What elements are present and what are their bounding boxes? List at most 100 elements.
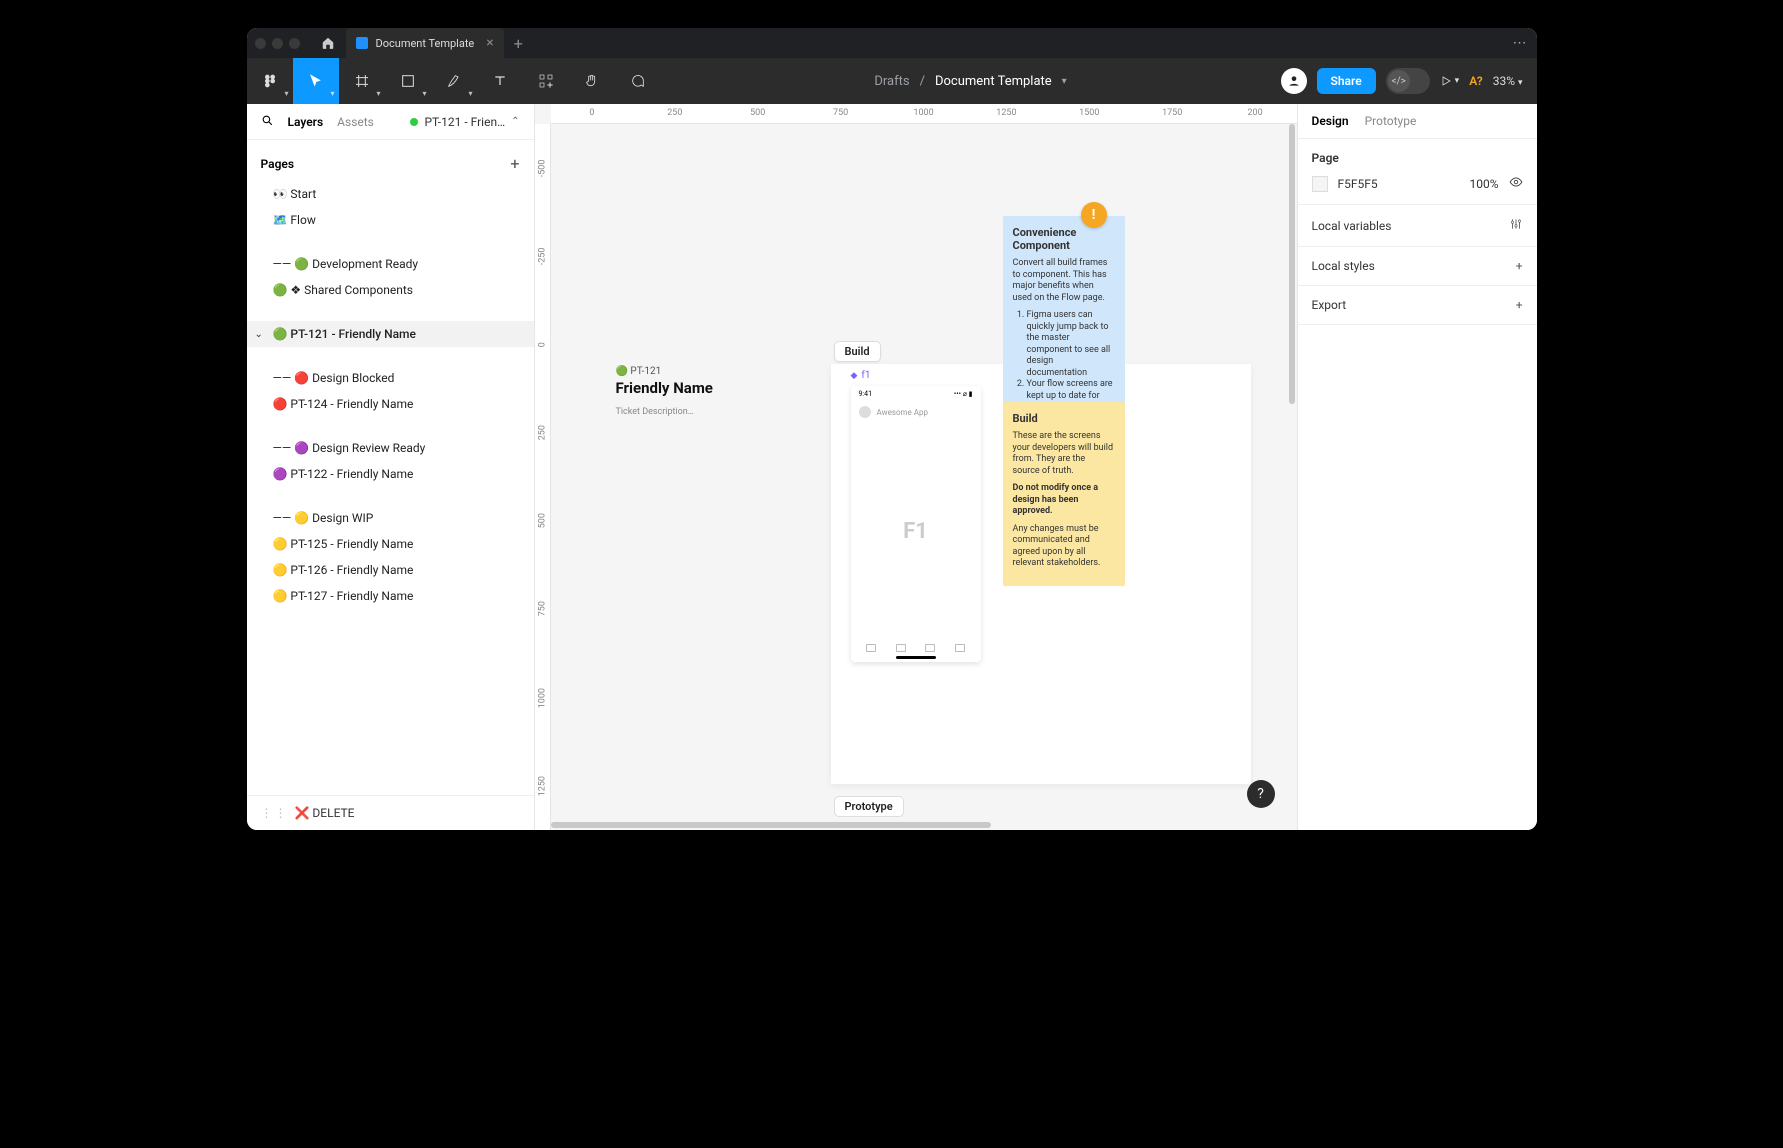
tab-design[interactable]: Design — [1312, 114, 1349, 128]
fill-swatch[interactable] — [1312, 176, 1328, 192]
note-convenience-component[interactable]: Convenience Component Convert all build … — [1003, 216, 1125, 424]
frame-tool-button[interactable]: ▾ — [339, 58, 385, 104]
hand-icon — [584, 73, 600, 89]
doc-tab[interactable]: Document Template × — [346, 28, 504, 58]
page-fill-section: Page F5F5F5 100% — [1298, 139, 1537, 205]
page-row[interactable]: —— 🟢 Development Ready — [247, 251, 534, 277]
chevron-down-icon[interactable]: ▾ — [1062, 76, 1067, 87]
frame-f1[interactable]: f1 9:41 ••• ⌀ ▮ Awesome App F1 — [851, 386, 981, 662]
chevron-down-icon: ⌄ — [255, 329, 263, 340]
ticket-title: Friendly Name — [616, 379, 713, 397]
user-avatar[interactable] — [1281, 68, 1307, 94]
pen-tool-button[interactable]: ▾ — [431, 58, 477, 104]
present-button[interactable]: ▾ — [1440, 75, 1460, 87]
local-styles-label: Local styles — [1312, 259, 1375, 273]
share-button[interactable]: Share — [1317, 68, 1376, 94]
prototype-section-label[interactable]: Prototype — [834, 796, 904, 817]
page-row[interactable]: ⌄ 🟢 PT-121 - Friendly Name — [247, 321, 534, 347]
text-tool-button[interactable] — [477, 58, 523, 104]
search-icon[interactable] — [261, 114, 274, 130]
page-row[interactable]: —— 🟡 Design WIP — [247, 505, 534, 531]
crumb-divider: / — [920, 74, 925, 89]
comment-tool-button[interactable] — [615, 58, 661, 104]
resources-icon — [538, 73, 554, 89]
frame-f1-label[interactable]: f1 — [851, 370, 871, 381]
dev-mode-toggle[interactable]: </> — [1386, 68, 1430, 94]
shape-tool-button[interactable]: ▾ — [385, 58, 431, 104]
status-dot-icon — [410, 118, 418, 126]
page-row[interactable]: 🟡 PT-125 - Friendly Name — [247, 531, 534, 557]
plus-icon[interactable]: + — [1516, 259, 1523, 273]
current-page-name: PT-121 - Frien… — [424, 115, 505, 129]
build-section-label[interactable]: Build — [834, 341, 881, 362]
close-tab-icon[interactable]: × — [486, 35, 493, 51]
new-tab-button[interactable]: + — [514, 34, 523, 53]
page-list[interactable]: 👀 Start🗺️ Flow —— 🟢 Development Ready 🟢 ❖ … — [247, 181, 534, 795]
page-section-header: Page — [1312, 151, 1523, 165]
page-row[interactable]: 🟣 PT-122 - Friendly Name — [247, 461, 534, 487]
missing-fonts-button[interactable]: A? — [1469, 74, 1483, 88]
home-icon — [321, 36, 335, 50]
page-row[interactable]: 🟢 ❖ Shared Components — [247, 277, 534, 303]
page-row-label: 🟡 PT-126 - Friendly Name — [273, 563, 414, 577]
page-row[interactable]: 🗺️ Flow — [247, 207, 534, 233]
resources-button[interactable] — [523, 58, 569, 104]
page-row-label: 🟢 PT-121 - Friendly Name — [273, 327, 416, 341]
plus-icon[interactable]: + — [1516, 298, 1523, 312]
page-row[interactable]: 🟡 PT-127 - Friendly Name — [247, 583, 534, 609]
delete-page-row[interactable]: ⋮⋮ ❌ DELETE — [247, 795, 534, 830]
page-row[interactable]: 🔴 PT-124 - Friendly Name — [247, 391, 534, 417]
hand-tool-button[interactable] — [569, 58, 615, 104]
app-body: Layers Assets PT-121 - Frien… ⌃ Pages + … — [247, 104, 1537, 830]
page-row-label: 🟢 ❖ Shared Components — [273, 283, 413, 297]
page-row-label: —— 🟣 Design Review Ready — [273, 441, 426, 455]
note-list: Figma users can quickly jump back to the… — [1013, 310, 1115, 414]
local-styles-row[interactable]: Local styles + — [1298, 247, 1537, 286]
left-panel: Layers Assets PT-121 - Frien… ⌃ Pages + … — [247, 104, 535, 830]
add-page-button[interactable]: + — [510, 154, 519, 173]
zoom-control[interactable]: 33% ▾ — [1493, 74, 1523, 88]
tab-layers[interactable]: Layers — [288, 115, 324, 129]
canvas[interactable]: 🟢 PT-121 Friendly Name Ticket Descriptio… — [551, 124, 1285, 818]
code-icon: </> — [1388, 70, 1410, 92]
comment-icon — [630, 73, 646, 89]
traffic-lights[interactable] — [255, 38, 300, 49]
visibility-icon[interactable] — [1509, 175, 1523, 192]
page-row-label: 🟡 PT-125 - Friendly Name — [273, 537, 414, 551]
warning-badge-icon[interactable]: ! — [1081, 202, 1107, 228]
tabbar-menu-icon[interactable]: ⋯ — [1513, 35, 1529, 51]
move-tool-button[interactable]: ▾ — [293, 58, 339, 104]
canvas-area[interactable]: 02505007501000125015001750200 -500-25002… — [535, 104, 1297, 830]
delete-page-label: ❌ DELETE — [295, 806, 355, 820]
note-build[interactable]: Build These are the screens your develop… — [1003, 402, 1125, 586]
tab-assets[interactable]: Assets — [337, 115, 374, 129]
pages-label: Pages — [261, 157, 295, 171]
breadcrumb[interactable]: Drafts / Document Template ▾ — [874, 74, 1066, 89]
main-menu-button[interactable]: ▾ — [247, 58, 293, 104]
page-row[interactable]: —— 🟣 Design Review Ready — [247, 435, 534, 461]
note-title: Convenience Component — [1013, 226, 1115, 252]
drag-handle-icon: ⋮⋮ — [261, 806, 289, 820]
settings-sliders-icon[interactable] — [1509, 217, 1523, 234]
fill-opacity[interactable]: 100% — [1469, 177, 1498, 191]
app-header: Awesome App — [851, 402, 981, 422]
fill-hex[interactable]: F5F5F5 — [1338, 177, 1378, 191]
export-row[interactable]: Export + — [1298, 286, 1537, 325]
tab-prototype[interactable]: Prototype — [1365, 114, 1417, 128]
current-page-dropdown[interactable]: PT-121 - Frien… ⌃ — [410, 115, 519, 129]
right-panel-tabs: Design Prototype — [1298, 104, 1537, 139]
note-body: Any changes must be communicated and agr… — [1013, 524, 1115, 570]
page-row[interactable]: 🟡 PT-126 - Friendly Name — [247, 557, 534, 583]
note-body: Convert all build frames to component. T… — [1013, 258, 1115, 304]
app-name: Awesome App — [877, 408, 928, 417]
page-row-label: —— 🟢 Development Ready — [273, 257, 419, 271]
scrollbar-horizontal[interactable] — [551, 822, 991, 828]
page-row[interactable]: —— 🔴 Design Blocked — [247, 365, 534, 391]
help-button[interactable]: ? — [1247, 780, 1275, 808]
page-fill-row[interactable]: F5F5F5 100% — [1312, 175, 1523, 192]
scrollbar-vertical[interactable] — [1289, 124, 1295, 404]
home-tab[interactable] — [314, 28, 342, 58]
note-title: Build — [1013, 412, 1115, 425]
local-variables-row[interactable]: Local variables — [1298, 205, 1537, 247]
page-row[interactable]: 👀 Start — [247, 181, 534, 207]
